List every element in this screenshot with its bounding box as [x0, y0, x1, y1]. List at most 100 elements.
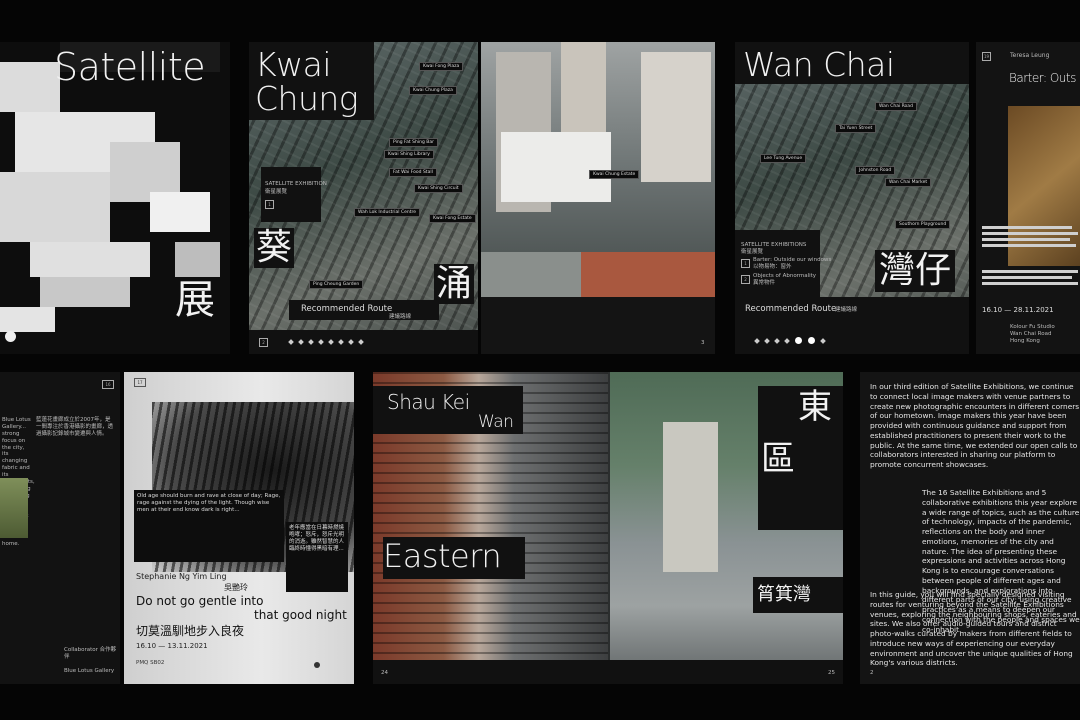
route-label: Recommended Route: [745, 304, 837, 314]
title-cjk: 切莫溫馴地步入良夜: [136, 624, 245, 638]
footer-bar: [373, 660, 843, 684]
spread-do-not-go-gentle: 17 Old age should burn and rave at close…: [124, 372, 354, 684]
marker-box: 2: [741, 275, 750, 284]
district-title-1b: Wan: [478, 412, 514, 432]
legend-item-2-cjk: 異常物件: [753, 280, 776, 286]
title-line1: Do not go gentle into: [136, 594, 264, 608]
cjk-bottom: 筲箕灣: [757, 584, 811, 605]
text-line: [982, 270, 1078, 273]
author-name: Teresa Leung: [1010, 52, 1050, 59]
district-title-2: Eastern: [383, 537, 502, 575]
page-number: 17: [134, 378, 146, 387]
building: [501, 132, 611, 202]
marker-box: 1: [741, 259, 750, 268]
cjk-top: 東: [798, 387, 832, 427]
map-tag: Kwai Chung Estate: [589, 170, 640, 179]
page-number: 16: [102, 380, 114, 389]
legend-item-1-cjk: 以物易物：窗外: [753, 264, 792, 270]
map-tag: Wan Chai Market: [885, 178, 932, 187]
poem-en: Old age should burn and rave at close of…: [137, 493, 281, 513]
map-tag: Southorn Playground: [895, 220, 951, 229]
intro-paragraph-3: In this guide, you will find specially d…: [870, 590, 1077, 668]
map-tag: Tai Yuen Street: [835, 124, 877, 133]
photo-block: [663, 422, 718, 572]
district-title-line1: Kwai: [255, 45, 332, 84]
footer-right: Blue Lotus Gallery: [64, 668, 115, 674]
text-line: [982, 226, 1072, 229]
map-tag: Kwai Chung Plaza: [409, 86, 457, 95]
dates: 16.10 — 28.11.2021: [982, 306, 1054, 314]
page-number: 2: [870, 670, 874, 676]
page-number: 2: [259, 338, 268, 347]
pixel-block: [175, 242, 220, 277]
map-tag: Johnston Road: [855, 166, 896, 175]
cjk-mid: 區: [761, 439, 795, 479]
author-cjk: 吳艷玲: [224, 583, 248, 592]
map-tag: Ping Cheung Garden: [309, 280, 364, 289]
sat-label: SATELLITE EXHIBITION: [265, 181, 327, 187]
map-tag: Kwai Shing Circuit: [414, 184, 463, 193]
venue-line: Wan Chai Road: [1010, 331, 1052, 337]
map-tag: Fat Wai Food Stall: [389, 168, 437, 177]
dates: 16.10 — 13.11.2021: [136, 642, 208, 650]
page-number-left: 24: [381, 670, 388, 676]
pixel-block: [0, 307, 55, 332]
route-nav: [288, 339, 364, 345]
spread-introduction: In our third edition of Satellite Exhibi…: [860, 372, 1080, 684]
map-tag: Kwai Shing Library: [384, 150, 434, 159]
pixel-block: [30, 242, 150, 277]
page-number-right: 25: [828, 670, 835, 676]
text-line: [982, 232, 1078, 235]
route-label: Recommended Route: [301, 304, 393, 314]
spread-satellite-cover: Satellite 展: [0, 42, 230, 354]
pixel-block: [40, 277, 130, 307]
pixel-block: [150, 192, 210, 232]
legend-item-1: Barter: Outside our windows: [753, 257, 832, 263]
text-block-cjk: 老年應當在日暮時燃燒咆哮；怒斥，怒斥光明的消逝。雖然智慧的人臨終時懂得黑暗有理.…: [286, 522, 348, 592]
spread-blue-lotus: 16 Blue Lotus Gallery... strong focus on…: [0, 372, 120, 684]
author-en: Stephanie Ng Yim Ling: [136, 572, 227, 581]
venue-line: Kolour Fu Studio: [1010, 324, 1055, 330]
photo: [0, 478, 28, 538]
spread-eastern-district: Shau Kei Wan Eastern 東 區 筲箕灣 24 25: [373, 372, 843, 684]
route-label-cjk: 建議路線: [389, 314, 412, 320]
logo-icon: [5, 331, 16, 342]
route-nav: [754, 337, 826, 344]
text-line: [982, 276, 1072, 279]
text-line: [982, 282, 1078, 285]
photo: [1008, 106, 1080, 266]
building: [641, 52, 711, 182]
text-line: [982, 244, 1076, 247]
pixel-block: [0, 62, 60, 112]
marker-box: 1: [265, 200, 274, 209]
map-tag: Kwai Fong Estate: [429, 214, 476, 223]
district-title: Wan Chai: [743, 45, 895, 84]
spread-barter: Teresa Leung 19 Barter: Outs 16.10 — 28.…: [976, 42, 1080, 354]
exhibition-title: Barter: Outs: [1009, 71, 1076, 85]
title-cjk: 展: [175, 277, 215, 323]
title-line2: that good night: [254, 608, 347, 622]
body-text-cjk: 藍蓮花畫廊成立於2007年，是一間專注於香港攝影的畫廊，透過攝影記錄城市變遷與人…: [36, 417, 114, 437]
venue-code: PMQ SB02: [136, 660, 165, 666]
district-title-line2: Chung: [255, 79, 359, 118]
map-tag: Ping Fat Shing Bar: [389, 138, 438, 147]
text-block: Old age should burn and rave at close of…: [134, 490, 284, 562]
legend-item-2: Objects of Abnormality: [753, 273, 817, 279]
poem-cjk: 老年應當在日暮時燃燒咆哮；怒斥，怒斥光明的消逝。雖然智慧的人臨終時懂得黑暗有理.…: [289, 525, 345, 552]
map-tag: Lee Tung Avenue: [760, 154, 807, 163]
map-tag: Wah Lok Industrial Centre: [354, 208, 421, 217]
pixel-block: [0, 172, 110, 242]
sat-label: SATELLITE EXHIBITIONS: [741, 242, 807, 248]
page-number: 3: [701, 340, 705, 346]
cjk-left: 葵: [254, 227, 295, 268]
spread-wan-chai-map: Wan Chai Wan Chai Road Tai Yuen Street L…: [735, 42, 969, 354]
social-icon: [314, 662, 320, 668]
map-tag: Kwai Fong Plaza: [419, 62, 464, 71]
cjk-right: 涌: [434, 263, 475, 304]
sat-label-cjk: 衛星展覽: [265, 189, 288, 195]
spread-kwai-chung-map: Kwai Chung SATELLITE EXHIBITION 衛星展覽 1 葵…: [249, 42, 478, 354]
page-box: 19: [982, 52, 991, 61]
text-line: [982, 238, 1070, 241]
intro-paragraph-1: In our third edition of Satellite Exhibi…: [870, 382, 1080, 470]
footer-bar: [481, 297, 715, 354]
